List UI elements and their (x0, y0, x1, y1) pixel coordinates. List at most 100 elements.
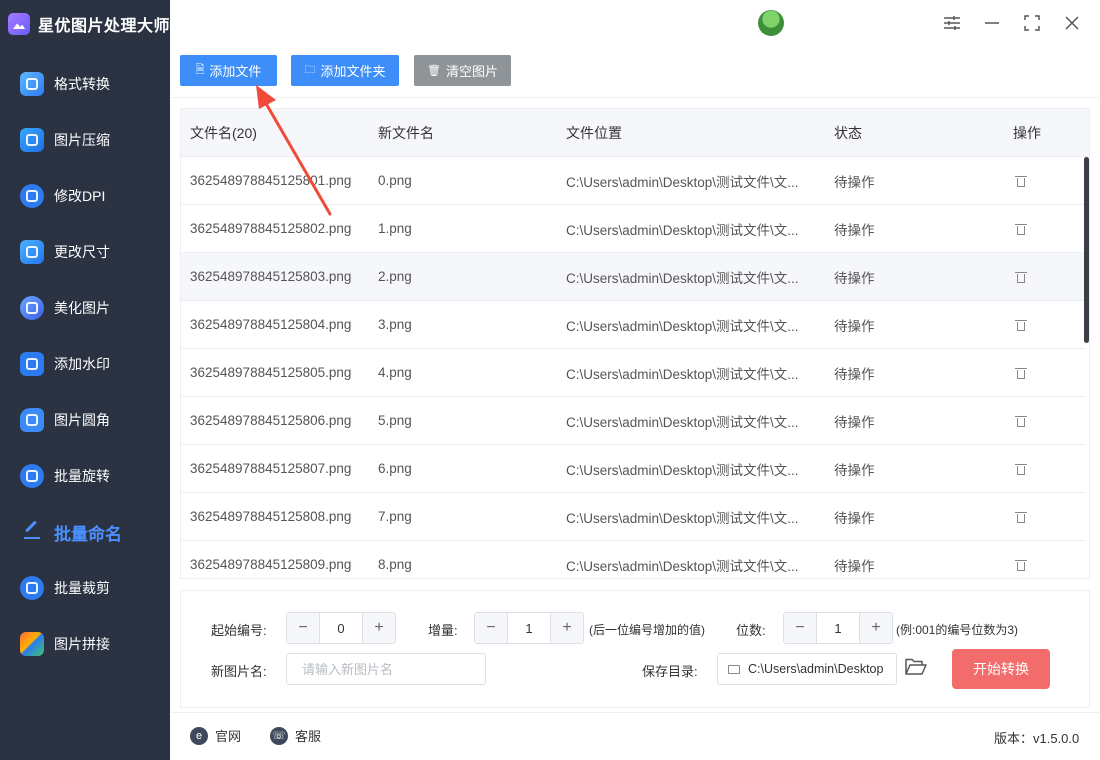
sidebar-item-format-convert[interactable]: 格式转换 (0, 56, 170, 112)
location-cell: C:\Users\admin\Desktop\测试文件\文... (566, 510, 799, 526)
start-increment-button[interactable]: + (363, 613, 395, 643)
beautify-icon (20, 296, 44, 320)
digits-value[interactable]: 1 (816, 613, 860, 643)
start-convert-button[interactable]: 开始转换 (952, 649, 1050, 689)
increment-decrement-button[interactable]: − (475, 613, 507, 643)
maximize-icon[interactable] (1020, 11, 1044, 35)
delete-row-button[interactable] (1015, 318, 1027, 332)
start-number-value[interactable]: 0 (319, 613, 363, 643)
delete-row-button[interactable] (1015, 510, 1027, 524)
app-title: 星优图片处理大师 (38, 18, 171, 35)
watermark-icon (20, 352, 44, 376)
start-decrement-button[interactable]: − (287, 613, 319, 643)
version-text: 版本：v1.5.0.0 (994, 731, 1080, 746)
location-cell: C:\Users\admin\Desktop\测试文件\文... (566, 318, 799, 334)
digits-increment-button[interactable]: + (860, 613, 892, 643)
increment-hint: (后一位编号增加的值) (589, 623, 705, 637)
delete-row-button[interactable] (1015, 222, 1027, 236)
resize-icon (20, 240, 44, 264)
increment-value[interactable]: 1 (507, 613, 551, 643)
website-link[interactable]: e 官网 (190, 726, 241, 745)
delete-row-button[interactable] (1015, 366, 1027, 380)
table-row: 362548978845125803.png 2.png C:\Users\ad… (181, 253, 1085, 301)
clear-images-button[interactable]: 🗑 清空图片 (414, 55, 511, 86)
sidebar-item-crop[interactable]: 批量裁剪 (0, 560, 170, 616)
increment-increment-button[interactable]: + (551, 613, 583, 643)
stitch-icon (20, 632, 44, 656)
sidebar-item-resize[interactable]: 更改尺寸 (0, 224, 170, 280)
digits-hint: (例:001的编号位数为3) (896, 623, 1019, 637)
new-name-cell: 5.png (378, 413, 412, 428)
rename-settings-panel: 起始编号: − 0 + 增量: − 1 + (后一位编号增加的值) 位数: − … (180, 590, 1090, 708)
new-name-cell: 3.png (378, 317, 412, 332)
user-name-area (786, 15, 928, 31)
digits-decrement-button[interactable]: − (784, 613, 816, 643)
add-file-button[interactable]: 🗎 添加文件 (180, 55, 277, 86)
column-header-actions: 操作 (1013, 124, 1041, 141)
file-name-cell: 362548978845125809.png (190, 557, 352, 572)
user-avatar[interactable] (758, 10, 784, 36)
start-number-stepper: − 0 + (286, 612, 396, 644)
save-dir-field[interactable]: C:\Users\admin\Desktop (717, 653, 897, 685)
sidebar-item-beautify[interactable]: 美化图片 (0, 280, 170, 336)
sidebar-nav: 格式转换 图片压缩 修改DPI 更改尺寸 美化图片 添加水印 图片圆角 批量旋转… (0, 56, 170, 672)
sidebar-item-batch-rename[interactable]: 批量命名 (0, 504, 170, 560)
status-cell: 待操作 (834, 270, 875, 286)
sidebar-item-label: 更改尺寸 (54, 244, 110, 260)
trash-icon (1015, 366, 1027, 380)
minimize-icon[interactable] (980, 11, 1004, 35)
clear-images-label: 清空图片 (445, 64, 498, 79)
delete-row-button[interactable] (1015, 270, 1027, 284)
column-header-location: 文件位置 (566, 124, 622, 141)
new-name-cell: 1.png (378, 221, 412, 236)
sidebar-item-dpi[interactable]: 修改DPI (0, 168, 170, 224)
delete-row-button[interactable] (1015, 414, 1027, 428)
delete-row-button[interactable] (1015, 174, 1027, 188)
support-link[interactable]: ☏ 客服 (270, 726, 321, 745)
location-cell: C:\Users\admin\Desktop\测试文件\文... (566, 174, 799, 190)
settings-icon[interactable] (940, 11, 964, 35)
delete-row-button[interactable] (1015, 462, 1027, 476)
trash-icon (1015, 222, 1027, 236)
location-cell: C:\Users\admin\Desktop\测试文件\文... (566, 414, 799, 430)
toolbar-divider (170, 97, 1100, 98)
sidebar-item-rotate[interactable]: 批量旋转 (0, 448, 170, 504)
round-corner-icon (20, 408, 44, 432)
sidebar-item-watermark[interactable]: 添加水印 (0, 336, 170, 392)
status-cell: 待操作 (834, 318, 875, 334)
status-cell: 待操作 (834, 174, 875, 190)
new-name-cell: 0.png (378, 173, 412, 188)
sidebar-item-stitch[interactable]: 图片拼接 (0, 616, 170, 672)
file-name-cell: 362548978845125808.png (190, 509, 352, 524)
start-number-label: 起始编号: (211, 623, 267, 638)
website-icon: e (190, 726, 208, 745)
add-folder-label: 添加文件夹 (320, 64, 386, 79)
folder-icon: 🗀 (304, 64, 316, 76)
table-row: 362548978845125804.png 3.png C:\Users\ad… (181, 301, 1085, 349)
file-name-cell: 362548978845125803.png (190, 269, 352, 284)
sidebar-item-label: 图片拼接 (54, 636, 110, 652)
add-file-label: 添加文件 (209, 64, 262, 79)
sidebar-item-compress[interactable]: 图片压缩 (0, 112, 170, 168)
table-body: 362548978845125801.png 0.png C:\Users\ad… (181, 157, 1085, 578)
add-folder-button[interactable]: 🗀 添加文件夹 (291, 55, 399, 86)
trash-icon (1015, 318, 1027, 332)
sidebar-item-label: 批量旋转 (54, 468, 110, 484)
delete-row-button[interactable] (1015, 558, 1027, 572)
new-name-input[interactable] (286, 653, 486, 685)
close-icon[interactable] (1060, 11, 1084, 35)
trash-icon (1015, 414, 1027, 428)
table-row: 362548978845125808.png 7.png C:\Users\ad… (181, 493, 1085, 541)
sidebar-item-round-corner[interactable]: 图片圆角 (0, 392, 170, 448)
dpi-icon (20, 184, 44, 208)
folder-icon (728, 664, 740, 674)
file-name-cell: 362548978845125807.png (190, 461, 352, 476)
table-row: 362548978845125801.png 0.png C:\Users\ad… (181, 157, 1085, 205)
increment-stepper: − 1 + (474, 612, 584, 644)
trash-icon (1015, 558, 1027, 572)
new-name-label: 新图片名: (211, 664, 267, 679)
open-folder-icon[interactable] (905, 658, 927, 676)
file-name-cell: 362548978845125802.png (190, 221, 352, 236)
image-compress-icon (20, 128, 44, 152)
table-scrollbar[interactable] (1084, 157, 1089, 343)
